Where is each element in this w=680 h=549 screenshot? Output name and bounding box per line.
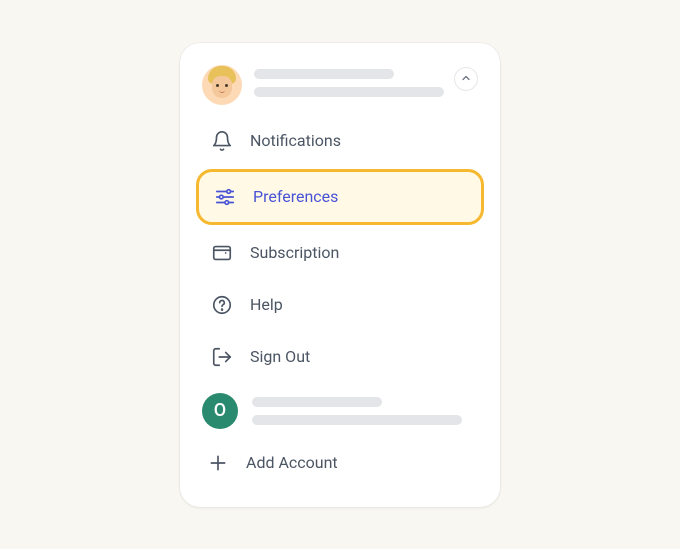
email-placeholder bbox=[254, 87, 444, 97]
wallet-icon bbox=[210, 241, 234, 265]
avatar-initial: O bbox=[214, 400, 226, 421]
menu-label: Preferences bbox=[253, 187, 338, 206]
sliders-icon bbox=[213, 185, 237, 209]
menu-label: Sign Out bbox=[250, 347, 310, 366]
name-placeholder bbox=[254, 69, 394, 79]
email-placeholder bbox=[252, 415, 462, 425]
menu-label: Help bbox=[250, 295, 283, 314]
avatar[interactable] bbox=[202, 65, 242, 105]
bell-icon bbox=[210, 129, 234, 153]
add-account-button[interactable]: Add Account bbox=[196, 439, 484, 487]
avatar-secondary: O bbox=[202, 393, 238, 429]
menu-item-signout[interactable]: Sign Out bbox=[196, 331, 484, 383]
menu-item-notifications[interactable]: Notifications bbox=[196, 115, 484, 167]
menu-label: Subscription bbox=[250, 243, 339, 262]
signout-icon bbox=[210, 345, 234, 369]
menu-item-preferences[interactable]: Preferences bbox=[196, 169, 484, 225]
help-icon bbox=[210, 293, 234, 317]
menu-item-help[interactable]: Help bbox=[196, 279, 484, 331]
secondary-account-text bbox=[252, 393, 478, 425]
primary-account-text bbox=[254, 65, 454, 97]
account-menu-panel: Notifications Preferences Subscription H… bbox=[180, 43, 500, 507]
secondary-account[interactable]: O bbox=[196, 383, 484, 435]
plus-icon bbox=[206, 451, 230, 475]
chevron-up-icon bbox=[460, 69, 472, 88]
menu-item-subscription[interactable]: Subscription bbox=[196, 227, 484, 279]
name-placeholder bbox=[252, 397, 382, 407]
add-account-label: Add Account bbox=[246, 453, 338, 472]
menu-label: Notifications bbox=[250, 131, 341, 150]
collapse-button[interactable] bbox=[454, 67, 478, 91]
primary-account-header bbox=[196, 65, 484, 115]
